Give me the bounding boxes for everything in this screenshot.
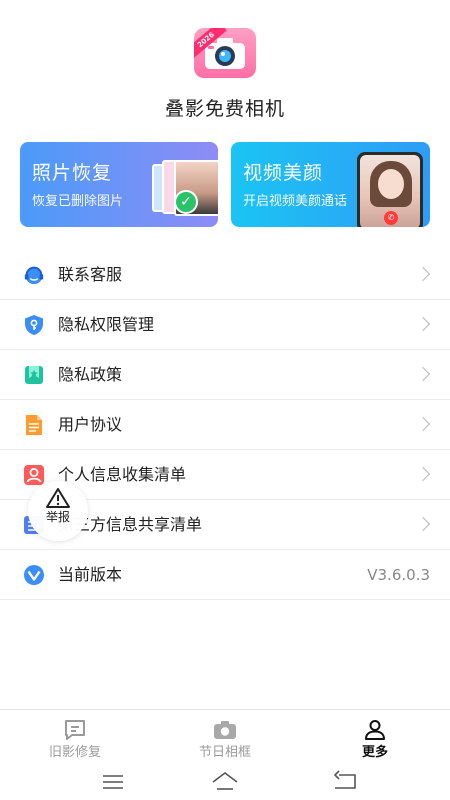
camera-icon	[214, 721, 236, 739]
home-icon[interactable]	[210, 769, 240, 795]
version-icon	[23, 564, 45, 586]
menu-item-privacy-permissions[interactable]: 隐私权限管理	[0, 300, 450, 350]
back-icon[interactable]	[330, 769, 360, 795]
system-navigation-bar	[0, 765, 450, 800]
video-beauty-card[interactable]: 视频美颜 开启视频美颜通话 ✆	[231, 142, 430, 227]
chevron-right-icon	[415, 266, 431, 282]
menu-label: 当前版本	[58, 565, 123, 584]
chat-icon	[65, 720, 85, 740]
chevron-right-icon	[415, 366, 431, 382]
card-title: 视频美颜	[243, 162, 324, 184]
phone-illustration: ✆	[357, 152, 423, 227]
chevron-right-icon	[415, 416, 431, 432]
report-label: 举报	[45, 510, 70, 524]
menu-label: 隐私权限管理	[58, 315, 155, 334]
menu-item-user-agreement[interactable]: 用户协议	[0, 400, 450, 450]
policy-bookmark-icon	[23, 364, 45, 386]
warning-icon	[46, 488, 70, 508]
menu-icon[interactable]	[98, 769, 128, 795]
report-button[interactable]: 举报	[28, 481, 88, 541]
app-header: 2026 叠影免费相机	[0, 0, 450, 135]
menu-label: 隐私政策	[58, 365, 123, 384]
app-title: 叠影免费相机	[164, 98, 285, 120]
menu-label: 用户协议	[58, 415, 123, 434]
chevron-right-icon	[415, 316, 431, 332]
card-subtitle: 恢复已删除图片	[32, 194, 124, 209]
menu-item-current-version[interactable]: 当前版本 V3.6.0.3	[0, 550, 450, 600]
version-value: V3.6.0.3	[367, 566, 430, 584]
person-icon	[23, 464, 45, 486]
check-icon: ✓	[174, 190, 198, 214]
app-logo: 2026	[194, 28, 256, 78]
tab-label: 旧影修复	[48, 745, 101, 760]
document-icon	[23, 414, 45, 436]
tab-old-photo-repair[interactable]: 旧影修复	[0, 710, 150, 766]
tab-label: 更多	[361, 745, 388, 760]
tab-festival-frames[interactable]: 节日相框	[150, 710, 300, 766]
user-icon	[365, 720, 385, 740]
menu-label: 联系客服	[58, 265, 123, 284]
privacy-shield-icon	[23, 314, 45, 336]
card-subtitle: 开启视频美颜通话	[243, 194, 348, 209]
tab-more[interactable]: 更多	[300, 710, 450, 766]
settings-menu: 联系客服 隐私权限管理 隐私政策 用户协议 个人信息收集清单 第三方信息共享清单…	[0, 250, 450, 600]
bottom-tab-bar: 旧影修复 节日相框 更多	[0, 709, 450, 765]
menu-item-privacy-policy[interactable]: 隐私政策	[0, 350, 450, 400]
customer-service-icon	[23, 264, 45, 286]
card-title: 照片恢复	[32, 162, 113, 184]
menu-item-customer-service[interactable]: 联系客服	[0, 250, 450, 300]
chevron-right-icon	[415, 466, 431, 482]
chevron-right-icon	[415, 516, 431, 532]
photo-recovery-card[interactable]: 照片恢复 恢复已删除图片 ✓	[20, 142, 218, 227]
hang-up-icon: ✆	[384, 211, 398, 225]
photo-stack-illustration: ✓	[152, 160, 218, 218]
tab-label: 节日相框	[198, 745, 251, 760]
